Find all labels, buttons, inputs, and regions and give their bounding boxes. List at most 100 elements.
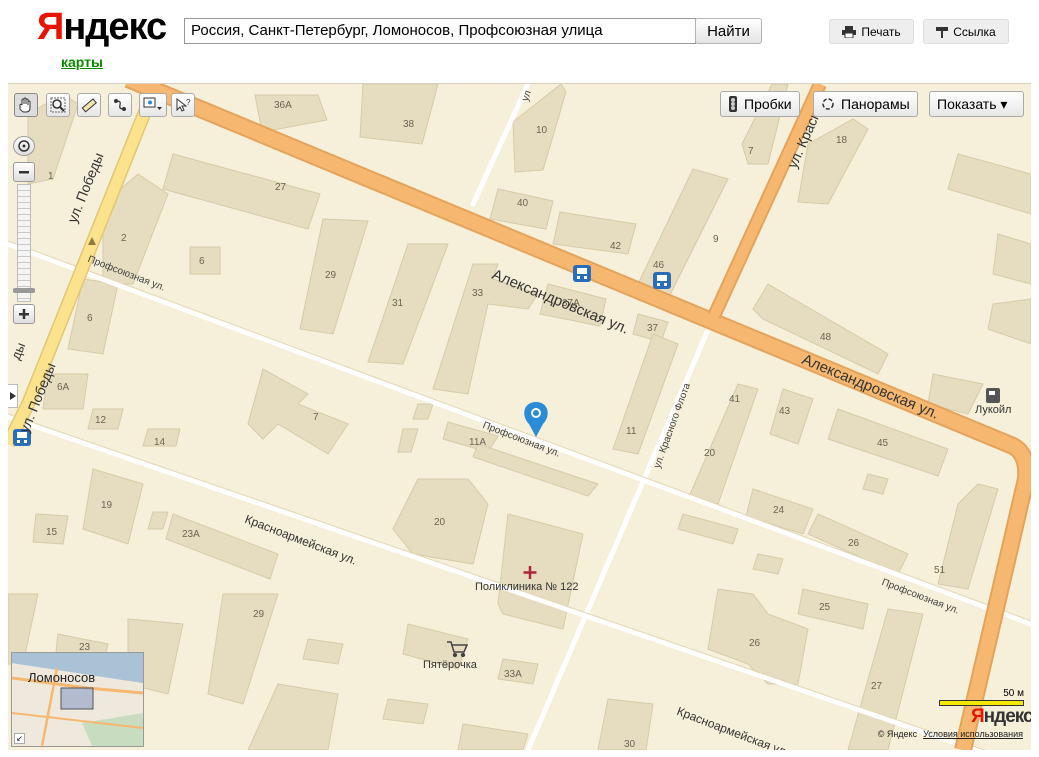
info-tool-button[interactable]: ? <box>171 93 195 117</box>
ruler-button[interactable] <box>77 93 101 117</box>
minimap[interactable]: Ломоносов ↙ <box>11 652 144 747</box>
add-object-icon <box>143 97 162 110</box>
building-number: 30 <box>624 739 636 750</box>
fuel-label[interactable]: Лукойл <box>975 404 1011 416</box>
cursor-question-icon: ? <box>176 97 191 112</box>
building-number: 2 <box>121 233 127 244</box>
minimap-canvas <box>12 653 143 746</box>
print-label: Печать <box>861 24 901 39</box>
location-marker <box>524 402 548 437</box>
building-number: 20 <box>704 448 716 459</box>
building-number: 29 <box>253 609 265 620</box>
zoom-slider[interactable] <box>17 184 31 302</box>
link-icon <box>936 26 949 38</box>
building-number: 7 <box>313 412 319 423</box>
traffic-light-icon <box>729 96 737 112</box>
building-number: 14 <box>154 437 166 448</box>
building-number: 15 <box>46 527 58 538</box>
zoom-slider-handle[interactable] <box>13 288 35 293</box>
building-number: 10 <box>536 125 548 136</box>
building-number: 7 <box>748 146 754 157</box>
building-number: 24 <box>773 505 785 516</box>
yandex-logo[interactable]: Яндекс <box>37 6 167 49</box>
building-number: 11А <box>469 437 487 448</box>
link-button[interactable]: Ссылка <box>923 19 1009 44</box>
scale-bar: 50 м <box>939 688 1024 706</box>
ruler-icon <box>81 98 97 113</box>
building-number: 33 <box>472 288 484 299</box>
bus-stop-icon <box>653 272 671 289</box>
print-button[interactable]: Печать <box>829 19 914 44</box>
building-number: 48 <box>820 332 832 343</box>
find-button[interactable]: Найти <box>695 18 762 44</box>
building-number: 12 <box>95 415 107 426</box>
add-object-button[interactable] <box>139 93 167 117</box>
building-number: 46 <box>653 260 665 271</box>
search-input[interactable]: Россия, Санкт-Петербург, Ломоносов, Проф… <box>184 18 696 44</box>
route-button[interactable] <box>108 93 132 117</box>
building-number: 19 <box>101 500 113 511</box>
building-number: 6 <box>199 256 205 267</box>
zoom-area-button[interactable] <box>46 93 70 117</box>
building-number: 41 <box>729 394 741 405</box>
building-number: 43 <box>779 406 791 417</box>
panoramas-label: Панорамы <box>841 96 910 112</box>
bus-stop-icon <box>573 265 591 282</box>
building-number: 27 <box>871 681 883 692</box>
magnifier-icon <box>50 97 66 113</box>
terms-link[interactable]: Условия использования <box>923 729 1023 739</box>
building-number: 33А <box>504 669 522 680</box>
building-number: 27 <box>275 182 287 193</box>
printer-icon <box>842 25 857 38</box>
hand-icon <box>19 97 31 113</box>
building-number: 51 <box>934 565 946 576</box>
traffic-label: Пробки <box>744 96 792 112</box>
building-number: 9 <box>713 234 719 245</box>
link-label: Ссылка <box>953 24 996 39</box>
building-number: 1 <box>48 171 54 182</box>
building-number: 26 <box>848 538 860 549</box>
maps-link[interactable]: карты <box>61 54 103 70</box>
show-layers-dropdown[interactable]: Показать ▾ <box>929 91 1024 117</box>
clinic-label[interactable]: Поликлиника № 122 <box>475 581 579 593</box>
building-number: 36А <box>274 100 292 111</box>
compass-icon <box>18 140 30 152</box>
minus-icon <box>19 171 29 174</box>
building-number: 6А <box>57 382 70 393</box>
scale-label: 50 м <box>1003 688 1024 699</box>
building-number: 45 <box>877 438 889 449</box>
plus-icon <box>19 309 29 319</box>
buildings-layer <box>8 84 1031 750</box>
copyright-text: © Яндекс <box>877 729 918 739</box>
panel-toggle-button[interactable] <box>8 384 18 408</box>
building-number: 20 <box>434 517 446 528</box>
hand-tool-button[interactable] <box>14 93 38 117</box>
building-number: 37 <box>647 323 659 334</box>
building-number: 31 <box>392 298 404 309</box>
traffic-button[interactable]: Пробки <box>720 91 800 117</box>
fuel-station-icon <box>986 388 1000 403</box>
building-number: 38 <box>403 119 415 130</box>
map-area[interactable]: Александровская ул. Александровская ул. … <box>8 83 1031 750</box>
chevron-right-icon <box>9 392 16 400</box>
shop-label[interactable]: Пятёрочка <box>423 659 477 671</box>
yandex-watermark: Яндекс <box>971 706 1031 727</box>
compass-button[interactable] <box>13 136 35 156</box>
minimap-collapse-button[interactable]: ↙ <box>14 733 25 744</box>
svg-text:?: ? <box>186 98 191 107</box>
building-number: 25 <box>819 602 831 613</box>
building-number: 40 <box>517 198 529 209</box>
header: Яндекс карты Россия, Санкт-Петербург, Ло… <box>0 0 1039 83</box>
route-icon <box>114 99 126 111</box>
zoom-in-button[interactable] <box>13 304 35 324</box>
map-canvas[interactable] <box>8 84 1031 750</box>
building-number: 37А <box>562 298 580 309</box>
zoom-out-button[interactable] <box>13 162 35 182</box>
building-number: 23А <box>182 529 200 540</box>
building-number: 42 <box>610 241 622 252</box>
panoramas-button[interactable]: Панорамы <box>813 91 918 117</box>
building-number: 26 <box>749 638 761 649</box>
building-number: 6 <box>87 313 93 324</box>
panorama-icon <box>822 98 834 110</box>
building-number: 29 <box>325 270 337 281</box>
